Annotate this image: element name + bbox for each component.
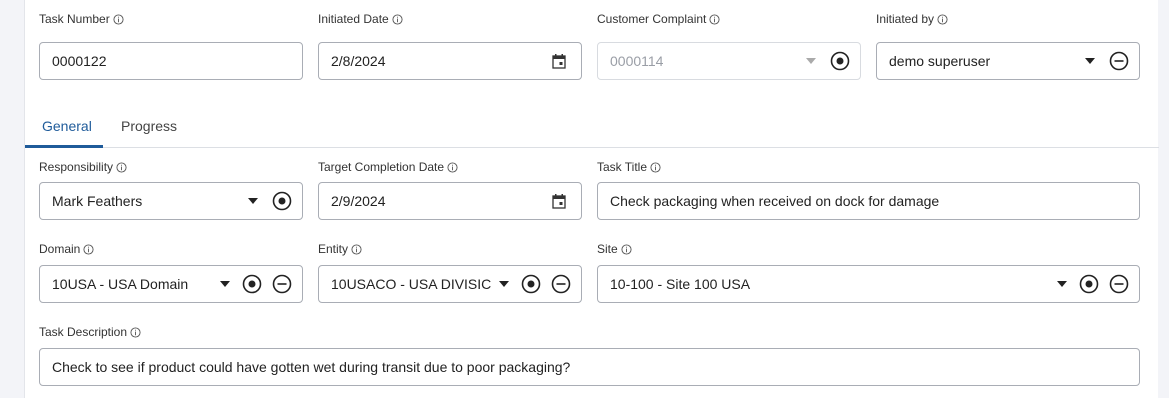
customer-complaint-label: Customer Complaint: [597, 12, 720, 26]
radio-target-icon[interactable]: [272, 191, 292, 211]
info-icon: [116, 161, 127, 173]
radio-target-icon[interactable]: [1079, 274, 1099, 294]
tab-general[interactable]: General: [42, 118, 92, 134]
info-icon: [937, 13, 948, 25]
chevron-down-icon[interactable]: [1057, 279, 1067, 289]
info-icon: [130, 326, 141, 338]
initiated-by-label: Initiated by: [876, 12, 948, 26]
task-description-label: Task Description: [39, 325, 141, 339]
responsibility-select[interactable]: Mark Feathers: [39, 182, 303, 220]
tab-divider: [25, 147, 1159, 148]
site-select[interactable]: 10-100 - Site 100 USA: [597, 265, 1140, 303]
chevron-down-icon[interactable]: [220, 279, 230, 289]
initiated-by-select[interactable]: demo superuser: [876, 42, 1140, 80]
initiated-date-input[interactable]: 2/8/2024: [318, 42, 582, 80]
radio-target-icon[interactable]: [242, 274, 262, 294]
calendar-icon[interactable]: [551, 53, 567, 69]
radio-target-icon[interactable]: [830, 51, 850, 71]
site-label: Site: [597, 242, 632, 256]
active-tab-indicator: [25, 145, 103, 148]
minus-circle-icon[interactable]: [1109, 274, 1129, 294]
chevron-down-icon[interactable]: [1085, 56, 1095, 66]
domain-label: Domain: [39, 242, 94, 256]
calendar-icon[interactable]: [551, 193, 567, 209]
info-icon: [113, 13, 124, 25]
task-title-label: Task Title: [597, 160, 661, 174]
chevron-down-icon[interactable]: [806, 56, 816, 66]
initiated-date-label: Initiated Date: [318, 12, 403, 26]
info-icon: [83, 243, 94, 255]
task-description-input[interactable]: Check to see if product could have gotte…: [39, 348, 1140, 386]
info-icon: [621, 243, 632, 255]
minus-circle-icon[interactable]: [551, 274, 571, 294]
task-number-input[interactable]: 0000122: [39, 42, 303, 80]
customer-complaint-select[interactable]: 0000114: [597, 42, 861, 80]
target-completion-date-input[interactable]: 2/9/2024: [318, 182, 582, 220]
info-icon: [650, 161, 661, 173]
info-icon: [351, 243, 362, 255]
info-icon: [447, 161, 458, 173]
minus-circle-icon[interactable]: [1109, 51, 1129, 71]
minus-circle-icon[interactable]: [272, 274, 292, 294]
info-icon: [709, 13, 720, 25]
tab-progress[interactable]: Progress: [121, 118, 177, 134]
task-title-input[interactable]: Check packaging when received on dock fo…: [597, 182, 1140, 220]
entity-select[interactable]: 10USACO - USA DIVISIC: [318, 265, 582, 303]
radio-target-icon[interactable]: [521, 274, 541, 294]
info-icon: [392, 13, 403, 25]
task-form-panel: Task Number 0000122 Initiated Date 2/8/2…: [24, 0, 1159, 398]
domain-select[interactable]: 10USA - USA Domain: [39, 265, 303, 303]
entity-label: Entity: [318, 242, 362, 256]
task-number-label: Task Number: [39, 12, 124, 26]
target-completion-date-label: Target Completion Date: [318, 160, 458, 174]
chevron-down-icon[interactable]: [499, 279, 509, 289]
chevron-down-icon[interactable]: [248, 196, 258, 206]
responsibility-label: Responsibility: [39, 160, 127, 174]
